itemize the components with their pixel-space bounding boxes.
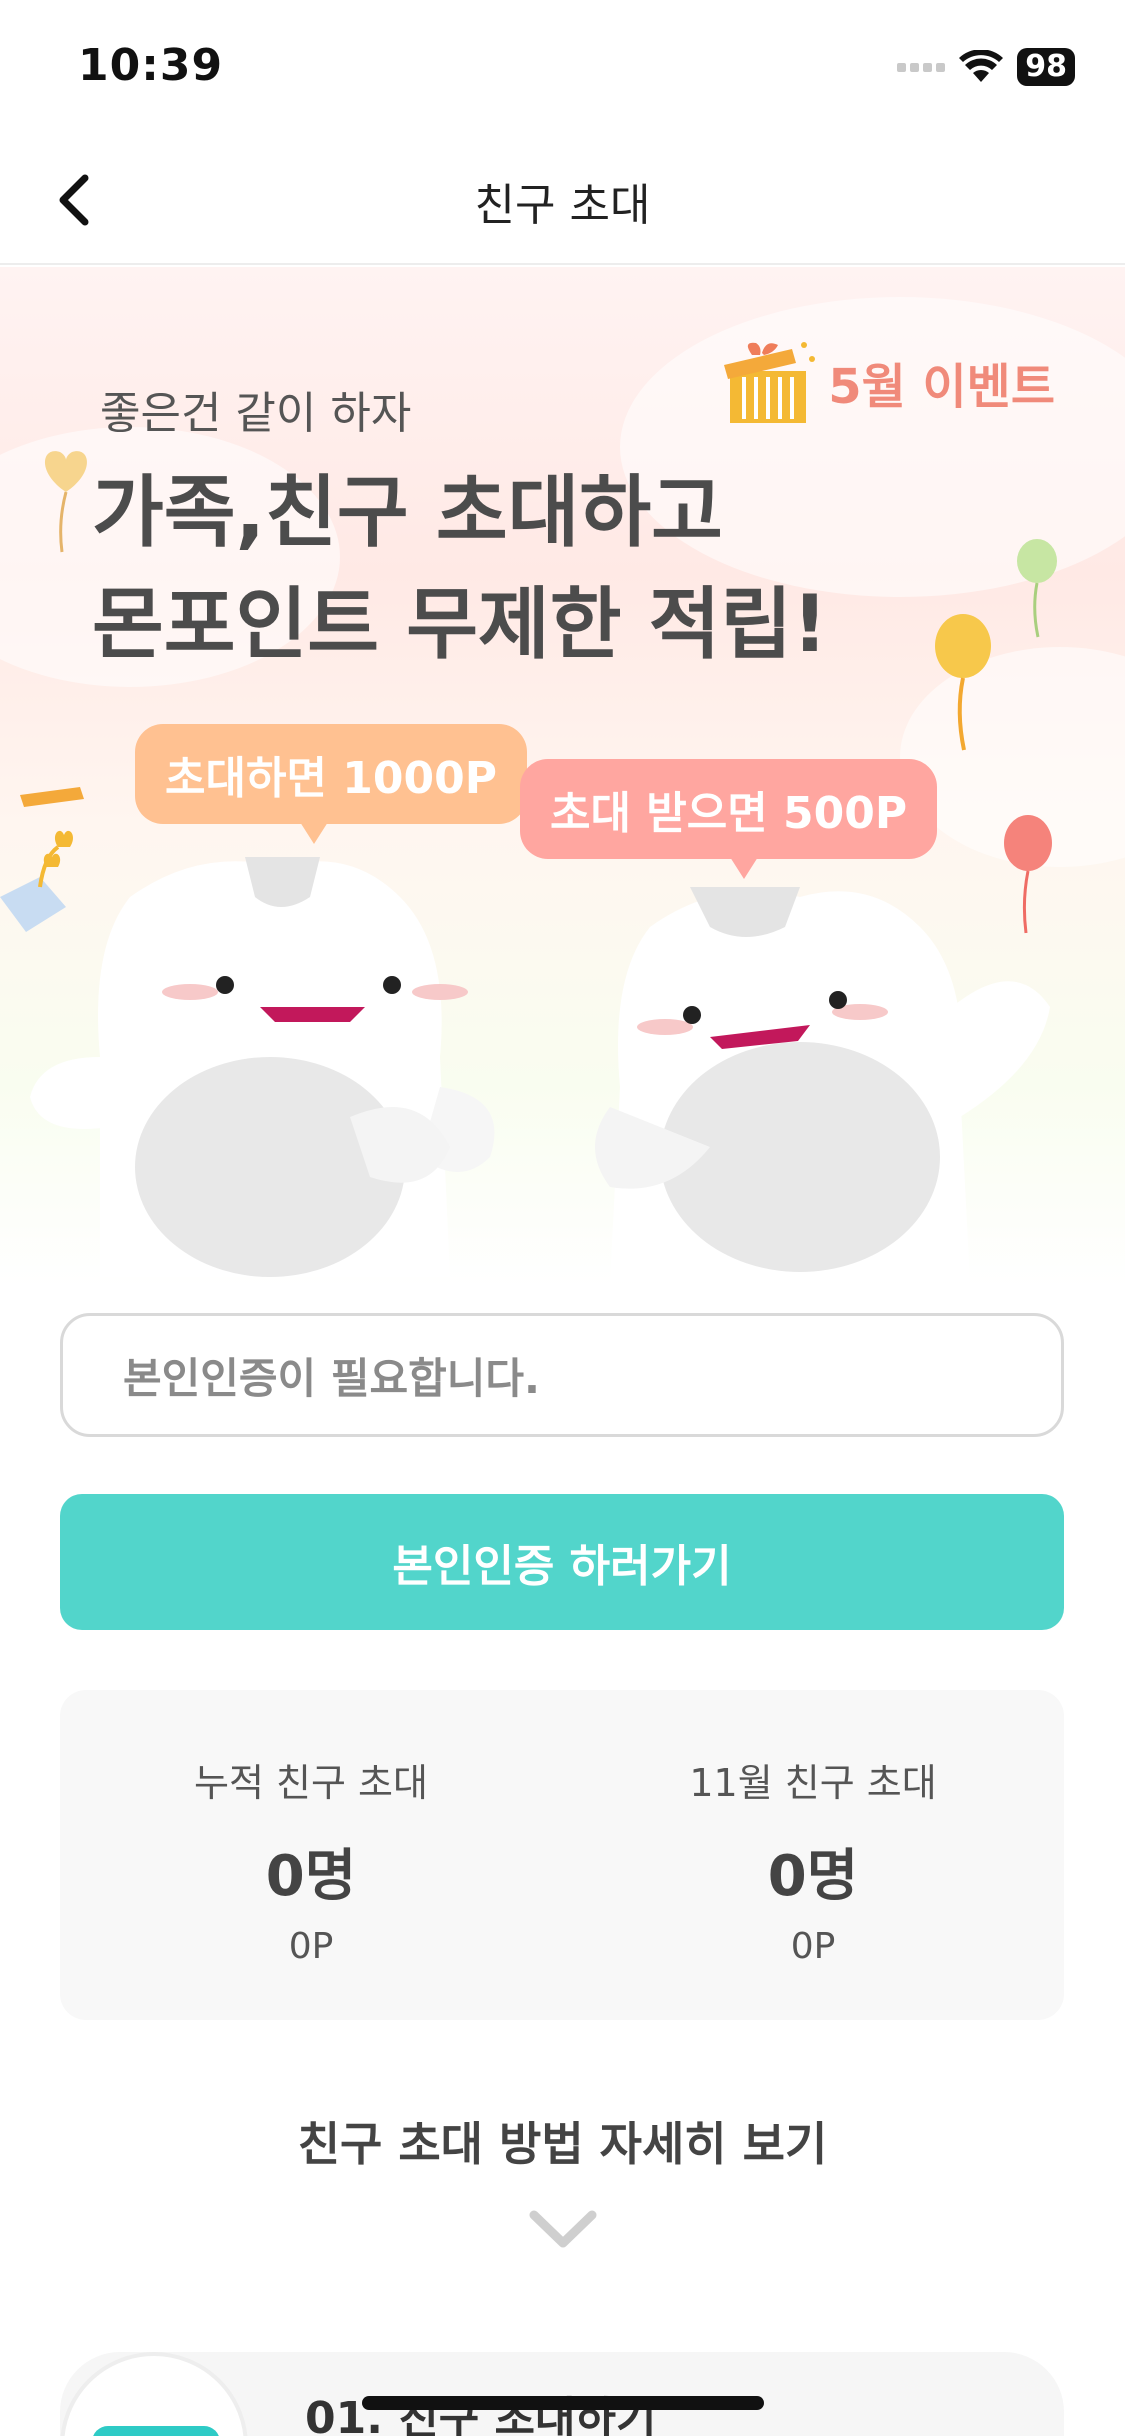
verification-required-field[interactable]: 본인인증이 필요합니다. xyxy=(60,1313,1064,1437)
banner-subtitle: 좋은건 같이 하자 xyxy=(100,388,412,439)
stat-count: 0명 xyxy=(767,1844,859,1909)
wifi-icon xyxy=(959,50,1004,82)
banner-title-line2: 몬포인트 무제한 적립! xyxy=(92,580,828,670)
chevron-down-icon[interactable] xyxy=(528,2205,598,2255)
invite-method-details-link[interactable]: 친구 초대 방법 자세히 보기 xyxy=(0,2108,1125,2174)
banner-title-line1: 가족,친구 초대하고 xyxy=(92,468,723,558)
nav-bar: 친구 초대 xyxy=(0,135,1125,265)
character-left xyxy=(30,857,495,1277)
page-title: 친구 초대 xyxy=(474,180,651,231)
status-bar: 10:39 98 xyxy=(0,0,1125,135)
monthly-invites-stat: 11월 친구 초대 0명 0P xyxy=(562,1690,1064,2020)
event-label: 5월 이벤트 xyxy=(828,359,1055,415)
stat-points: 0P xyxy=(790,1926,836,1967)
received-reward-bubble: 초대 받으면 500P xyxy=(520,759,938,879)
invite-reward-bubble: 초대하면 1000P xyxy=(135,724,527,844)
stat-label: 누적 친구 초대 xyxy=(194,1761,428,1805)
go-verify-button[interactable]: 본인인증 하러가기 xyxy=(60,1494,1064,1630)
green-balloon-icon xyxy=(1017,539,1057,638)
yellow-balloon-icon xyxy=(935,614,991,751)
stat-points: 0P xyxy=(288,1926,334,1967)
status-icons: 98 xyxy=(897,48,1075,86)
gift-box-icon xyxy=(724,342,816,423)
event-badge: 5월 이벤트 xyxy=(722,337,1055,427)
heart-balloon-icon xyxy=(45,451,87,553)
stat-label: 11월 친구 초대 xyxy=(689,1761,937,1805)
battery-indicator: 98 xyxy=(1017,48,1075,86)
event-banner: 좋은건 같이 하자 5월 이벤트 가족,친구 초대하고 몬포인트 무제한 적립! xyxy=(0,267,1125,1287)
cellular-signal-icon xyxy=(897,62,946,72)
status-time: 10:39 xyxy=(78,40,224,91)
character-right xyxy=(595,887,1050,1282)
stat-count: 0명 xyxy=(265,1844,357,1909)
banner-title: 가족,친구 초대하고 몬포인트 무제한 적립! xyxy=(92,457,828,681)
verification-required-text: 본인인증이 필요합니다. xyxy=(123,1353,540,1403)
invite-stats-card: 누적 친구 초대 0명 0P 11월 친구 초대 0명 0P xyxy=(60,1690,1064,2020)
home-indicator xyxy=(362,2396,764,2410)
total-invites-stat: 누적 친구 초대 0명 0P xyxy=(60,1690,562,2020)
